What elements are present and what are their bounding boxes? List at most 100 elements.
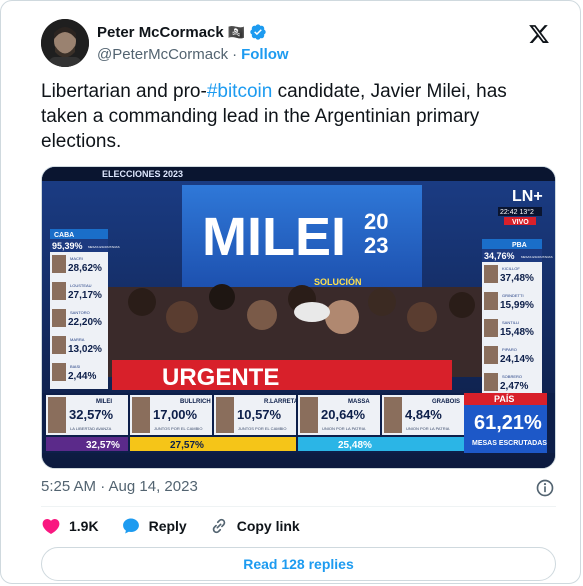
caba-value: 13,02% (68, 344, 102, 355)
channel-logo: LN+ (512, 188, 543, 205)
caba-value: 28,62% (68, 263, 102, 274)
caba-title: CABA (54, 232, 74, 239)
action-bar: 1.9K Reply Copy link (41, 516, 322, 536)
avatar-image (41, 19, 89, 67)
tv-broadcast-image: ELECCIONES 2023 MILEI 20 23 SOLUCIÓN URG… (42, 167, 555, 468)
candidate-value: 20,64% (321, 407, 366, 422)
tweet-media[interactable]: ELECCIONES 2023 MILEI 20 23 SOLUCIÓN URG… (41, 166, 556, 469)
author-name[interactable]: Peter McCormack (97, 24, 224, 41)
candidate-party: UNION POR LA PATRIA (322, 426, 366, 431)
link-icon (212, 518, 225, 534)
candidate-party: LA LIBERTAD AVANZA (70, 426, 112, 431)
tweet-text-part: Libertarian and pro- (41, 81, 207, 102)
caba-value: 2,44% (68, 371, 96, 382)
handle-row: @PeterMcCormack · Follow (97, 46, 289, 63)
pais-sub: MESAS ESCRUTADAS (472, 440, 547, 447)
candidate-photo (384, 397, 402, 433)
pba-photo (484, 292, 498, 310)
pba-name: SOBRERO (502, 374, 522, 379)
alliance-total-bar (130, 437, 296, 451)
info-icon[interactable] (535, 478, 555, 498)
caba-photo (52, 336, 66, 354)
caba-name: MACRI (70, 256, 83, 261)
candidate-party: JUNTOS POR EL CAMBIO (238, 426, 286, 431)
candidate-party: JUNTOS POR EL CAMBIO (154, 426, 202, 431)
vivo-badge: VIVO (512, 219, 529, 226)
pba-value: 2,47% (500, 381, 528, 392)
tweet-timestamp[interactable]: 5:25 AM · Aug 14, 2023 (41, 478, 198, 495)
stage-year-top: 20 (364, 209, 388, 234)
copy-link-button[interactable]: Copy link (209, 516, 300, 536)
caba-name: LOUSTEAU (70, 283, 92, 288)
candidate-name: GRABOIS (432, 399, 460, 405)
clock: 22:42 13°2 (500, 208, 534, 216)
caba-name: MARRA (70, 337, 85, 342)
pba-photo (484, 319, 498, 337)
hashtag-link[interactable]: #bitcoin (207, 81, 273, 102)
verified-badge-icon (250, 24, 266, 40)
pirate-flag-icon: 🏴‍☠️ (227, 24, 246, 40)
reply-label: Reply (148, 518, 187, 534)
candidate-value: 17,00% (153, 407, 198, 422)
avatar[interactable] (41, 19, 89, 67)
pba-mesas-label: MESAS ESCRUTADAS (521, 255, 553, 259)
pba-value: 15,99% (500, 300, 534, 311)
caba-photo (52, 255, 66, 273)
alliance-total: 25,48% (338, 440, 372, 451)
x-logo-icon[interactable] (528, 23, 550, 45)
alliance-total: 32,57% (86, 440, 120, 451)
stage-year-bottom: 23 (364, 233, 388, 258)
caba-value: 27,17% (68, 290, 102, 301)
copy-link-label: Copy link (236, 518, 300, 534)
tweet-card: Peter McCormack 🏴‍☠️ @PeterMcCormack · F… (0, 0, 581, 584)
alliance-total-bar (298, 437, 464, 451)
caba-name: BIASI (70, 364, 80, 369)
caba-mesas-label: MESAS ESCRUTADAS (88, 245, 120, 249)
candidate-value: 10,57% (237, 407, 282, 422)
reply-icon (122, 518, 139, 534)
caba-photo (52, 282, 66, 300)
pais-label: PAÍS (494, 394, 514, 404)
pba-name: KICILLOF (502, 266, 520, 271)
candidate-name: MASSA (348, 399, 370, 405)
candidate-party: UNION POR LA PATRIA (406, 426, 450, 431)
caba-photo (52, 363, 66, 381)
alliance-total: 27,57% (170, 440, 204, 451)
pba-name: SANTILLI (502, 320, 519, 325)
pba-value: 37,48% (500, 273, 534, 284)
candidate-value: 32,57% (69, 407, 114, 422)
read-replies-button[interactable]: Read 128 replies (41, 547, 556, 581)
caba-value: 22,20% (68, 317, 102, 328)
candidate-name: R.LARRETA (264, 399, 299, 405)
candidate-photo (132, 397, 150, 433)
stage-sign: MILEI (202, 207, 346, 267)
top-banner: ELECCIONES 2023 (102, 169, 183, 179)
pba-photo (484, 373, 498, 391)
like-button[interactable]: 1.9K (41, 516, 99, 536)
pba-name: PIPARO (502, 347, 517, 352)
pba-mesas-pct: 34,76% (484, 251, 515, 261)
like-count: 1.9K (69, 518, 99, 534)
pais-value: 61,21% (474, 412, 542, 434)
stage-sub: SOLUCIÓN (314, 276, 362, 287)
pba-value: 24,14% (500, 354, 534, 365)
candidate-photo (300, 397, 318, 433)
heart-icon (42, 519, 60, 534)
author-handle[interactable]: @PeterMcCormack (97, 46, 228, 63)
author-name-row: Peter McCormack 🏴‍☠️ (97, 23, 267, 41)
urgente-banner: URGENTE (162, 364, 279, 391)
pba-photo (484, 346, 498, 364)
separator-dot: · (232, 46, 238, 63)
candidate-photo (216, 397, 234, 433)
reply-button[interactable]: Reply (121, 516, 187, 536)
pba-photo (484, 265, 498, 283)
tweet-text: Libertarian and pro-#bitcoin candidate, … (41, 79, 551, 154)
national-results: MILEI 32,57% LA LIBERTAD AVANZA 32,57% BULLR… (42, 393, 555, 453)
caba-photo (52, 309, 66, 327)
follow-button[interactable]: Follow (241, 46, 289, 63)
candidate-name: MILEI (96, 399, 112, 405)
caba-mesas-pct: 95,39% (52, 241, 83, 251)
pba-title: PBA (512, 242, 527, 249)
candidate-name: BULLRICH (180, 399, 211, 405)
divider (41, 506, 556, 507)
